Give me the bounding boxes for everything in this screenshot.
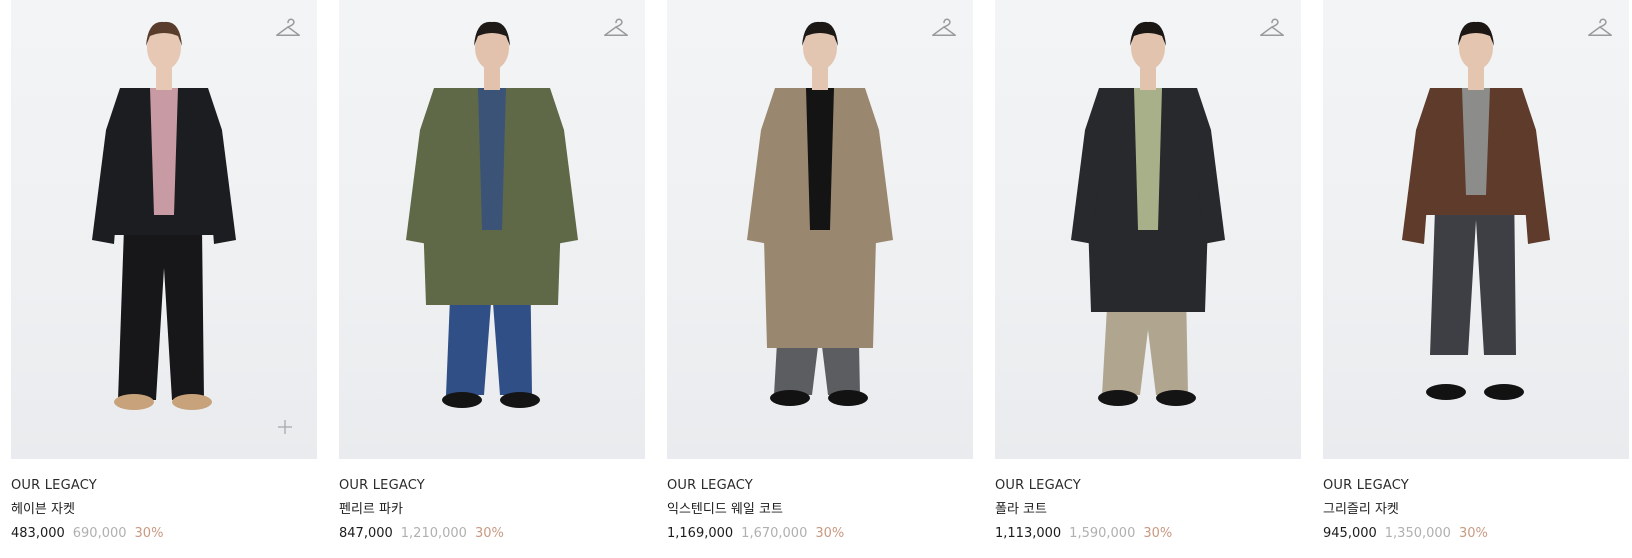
inner-layer bbox=[806, 88, 834, 230]
product-image[interactable] bbox=[1323, 0, 1629, 459]
price-row: 1,169,000 1,670,000 30% bbox=[667, 525, 973, 543]
discount-rate: 30% bbox=[134, 526, 164, 541]
left-shoe bbox=[1426, 384, 1466, 400]
brand-name[interactable]: OUR LEGACY bbox=[1323, 477, 1629, 495]
original-price: 690,000 bbox=[72, 526, 127, 541]
product-name[interactable]: 익스텐디드 웨일 코트 bbox=[667, 501, 973, 519]
product-image[interactable] bbox=[995, 0, 1301, 459]
discount-rate: 30% bbox=[1143, 526, 1173, 541]
inner-layer bbox=[478, 88, 506, 230]
price-row: 847,000 1,210,000 30% bbox=[339, 525, 645, 543]
sale-price: 945,000 bbox=[1323, 526, 1377, 541]
product-card[interactable]: OUR LEGACY 그리즐리 자켓 945,000 1,350,000 30% bbox=[1323, 0, 1629, 543]
discount-rate: 30% bbox=[474, 526, 504, 541]
hanger-icon[interactable] bbox=[1587, 16, 1613, 40]
product-image[interactable] bbox=[667, 0, 973, 459]
discount-rate: 30% bbox=[815, 526, 845, 541]
model-figure bbox=[1402, 21, 1550, 400]
product-card[interactable]: OUR LEGACY 폴라 코트 1,113,000 1,590,000 30% bbox=[995, 0, 1301, 543]
left-shoe bbox=[1098, 390, 1138, 406]
product-card[interactable]: OUR LEGACY 펜리르 파카 847,000 1,210,000 30% bbox=[339, 0, 645, 543]
product-image[interactable] bbox=[11, 0, 317, 459]
product-info[interactable]: OUR LEGACY 펜리르 파카 847,000 1,210,000 30% bbox=[339, 459, 645, 543]
left-shoe bbox=[114, 394, 154, 410]
sale-price: 483,000 bbox=[11, 526, 65, 541]
brand-name[interactable]: OUR LEGACY bbox=[11, 477, 317, 495]
sale-price: 847,000 bbox=[339, 526, 393, 541]
discount-rate: 30% bbox=[1458, 526, 1488, 541]
right-shoe bbox=[1156, 390, 1196, 406]
product-info[interactable]: OUR LEGACY 익스텐디드 웨일 코트 1,169,000 1,670,00… bbox=[667, 459, 973, 543]
price-row: 945,000 1,350,000 30% bbox=[1323, 525, 1629, 543]
model-figure bbox=[406, 21, 578, 408]
right-shoe bbox=[500, 392, 540, 408]
model-figure bbox=[92, 21, 236, 410]
brand-name[interactable]: OUR LEGACY bbox=[339, 477, 645, 495]
sale-price: 1,113,000 bbox=[995, 526, 1062, 541]
product-info[interactable]: OUR LEGACY 헤이븐 자켓 483,000 690,000 30% bbox=[11, 459, 317, 543]
left-shoe bbox=[770, 390, 810, 406]
hanger-icon[interactable] bbox=[1259, 16, 1285, 40]
product-info[interactable]: OUR LEGACY 그리즐리 자켓 945,000 1,350,000 30% bbox=[1323, 459, 1629, 543]
product-card[interactable]: OUR LEGACY 익스텐디드 웨일 코트 1,169,000 1,670,00… bbox=[667, 0, 973, 543]
product-info[interactable]: OUR LEGACY 폴라 코트 1,113,000 1,590,000 30% bbox=[995, 459, 1301, 543]
product-name[interactable]: 펜리르 파카 bbox=[339, 501, 645, 519]
hanger-icon[interactable] bbox=[931, 16, 957, 40]
product-name[interactable]: 헤이븐 자켓 bbox=[11, 501, 317, 519]
hanger-icon[interactable] bbox=[603, 16, 629, 40]
original-price: 1,590,000 bbox=[1069, 526, 1136, 541]
right-shoe bbox=[1484, 384, 1524, 400]
product-name[interactable]: 폴라 코트 bbox=[995, 501, 1301, 519]
left-sleeve bbox=[1402, 130, 1432, 244]
right-sleeve bbox=[1520, 130, 1550, 244]
right-shoe bbox=[172, 394, 212, 410]
inner-layer bbox=[150, 88, 178, 215]
plus-icon[interactable] bbox=[277, 419, 293, 435]
model-figure bbox=[1071, 21, 1225, 406]
brand-name[interactable]: OUR LEGACY bbox=[995, 477, 1301, 495]
product-grid: OUR LEGACY 헤이븐 자켓 483,000 690,000 30% OUR … bbox=[0, 0, 1632, 558]
product-image[interactable] bbox=[339, 0, 645, 459]
inner-layer bbox=[1134, 88, 1162, 230]
product-card[interactable]: OUR LEGACY 헤이븐 자켓 483,000 690,000 30% bbox=[11, 0, 317, 543]
right-shoe bbox=[828, 390, 868, 406]
model-figure bbox=[747, 21, 893, 406]
price-row: 1,113,000 1,590,000 30% bbox=[995, 525, 1301, 543]
product-name[interactable]: 그리즐리 자켓 bbox=[1323, 501, 1629, 519]
original-price: 1,670,000 bbox=[741, 526, 808, 541]
brand-name[interactable]: OUR LEGACY bbox=[667, 477, 973, 495]
left-shoe bbox=[442, 392, 482, 408]
price-row: 483,000 690,000 30% bbox=[11, 525, 317, 543]
trousers bbox=[118, 228, 204, 400]
sale-price: 1,169,000 bbox=[667, 526, 734, 541]
original-price: 1,210,000 bbox=[400, 526, 467, 541]
original-price: 1,350,000 bbox=[1384, 526, 1451, 541]
hanger-icon[interactable] bbox=[275, 16, 301, 40]
inner-layer bbox=[1462, 88, 1490, 195]
